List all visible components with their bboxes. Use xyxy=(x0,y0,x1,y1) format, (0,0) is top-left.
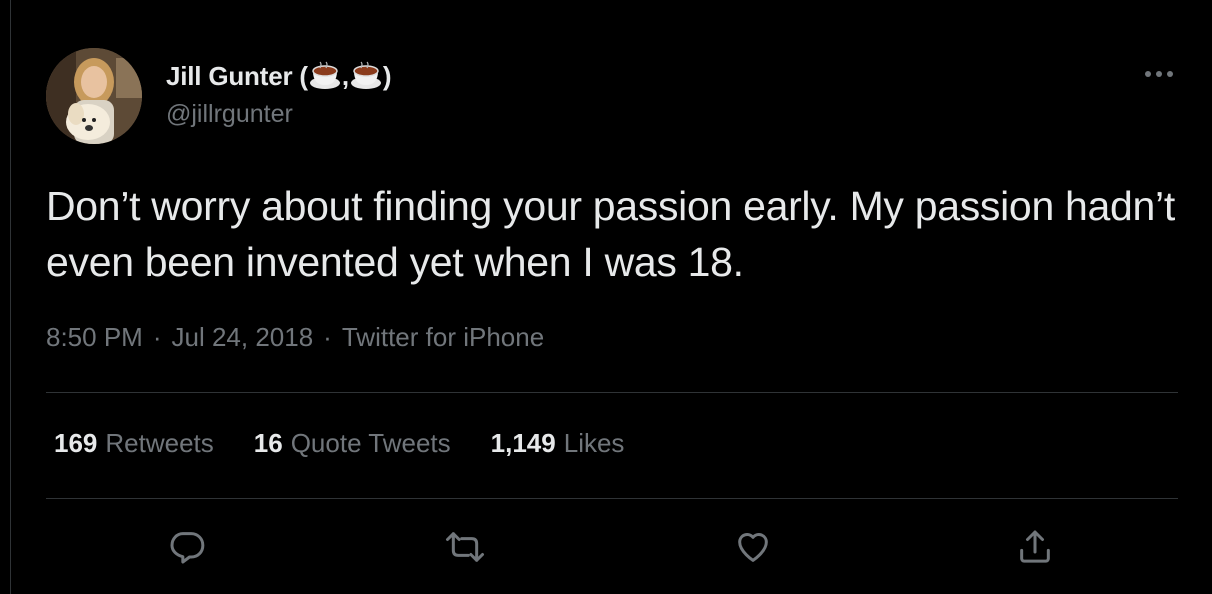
tweet-text: Don’t worry about finding your passion e… xyxy=(46,183,1175,285)
retweet-button[interactable] xyxy=(438,520,492,574)
coffee-cup-icon xyxy=(350,61,381,89)
retweet-icon xyxy=(446,532,484,562)
quote-tweets-label: Quote Tweets xyxy=(290,428,451,458)
reply-icon xyxy=(170,532,205,564)
display-name-close: ) xyxy=(382,60,392,91)
share-button[interactable] xyxy=(1008,520,1062,574)
tweet-actions xyxy=(0,520,1212,574)
quote-tweets-count: 16 xyxy=(253,428,283,458)
divider xyxy=(46,392,1178,393)
retweets-count: 169 xyxy=(54,428,98,458)
reply-button[interactable] xyxy=(160,520,214,574)
user-handle[interactable]: @jillrgunter xyxy=(166,100,293,129)
tweet-date[interactable]: Jul 24, 2018 xyxy=(172,322,314,353)
display-name-text: Jill Gunter ( xyxy=(166,60,308,91)
likes-label: Likes xyxy=(563,428,625,458)
more-icon xyxy=(1145,71,1173,77)
meta-separator: · xyxy=(152,322,162,352)
coffee-cup-icon xyxy=(309,61,340,89)
likes-stat[interactable]: 1,149 Likes xyxy=(491,428,625,459)
tweet-source[interactable]: Twitter for iPhone xyxy=(342,322,544,353)
like-button[interactable] xyxy=(726,520,780,574)
likes-count: 1,149 xyxy=(490,428,556,458)
tweet-stats: 169 Retweets 16 Quote Tweets 1,149 Likes xyxy=(54,428,624,459)
divider xyxy=(46,498,1178,499)
column-border xyxy=(10,0,11,594)
share-icon xyxy=(1020,530,1050,563)
avatar[interactable] xyxy=(46,48,142,144)
meta-separator: · xyxy=(323,322,332,352)
more-options-button[interactable] xyxy=(1140,62,1178,86)
retweets-label: Retweets xyxy=(105,428,214,458)
retweets-stat[interactable]: 169 Retweets xyxy=(54,428,214,459)
quote-tweets-stat[interactable]: 16 Quote Tweets xyxy=(254,428,451,459)
display-name[interactable]: Jill Gunter ( , ) xyxy=(166,60,392,92)
profile-photo-icon xyxy=(46,48,142,144)
like-icon xyxy=(738,533,768,562)
tweet-meta: 8:50 PM · Jul 24, 2018 · Twitter for iPh… xyxy=(46,322,544,353)
tweet-time[interactable]: 8:50 PM xyxy=(46,322,143,353)
display-name-separator: , xyxy=(341,60,349,91)
